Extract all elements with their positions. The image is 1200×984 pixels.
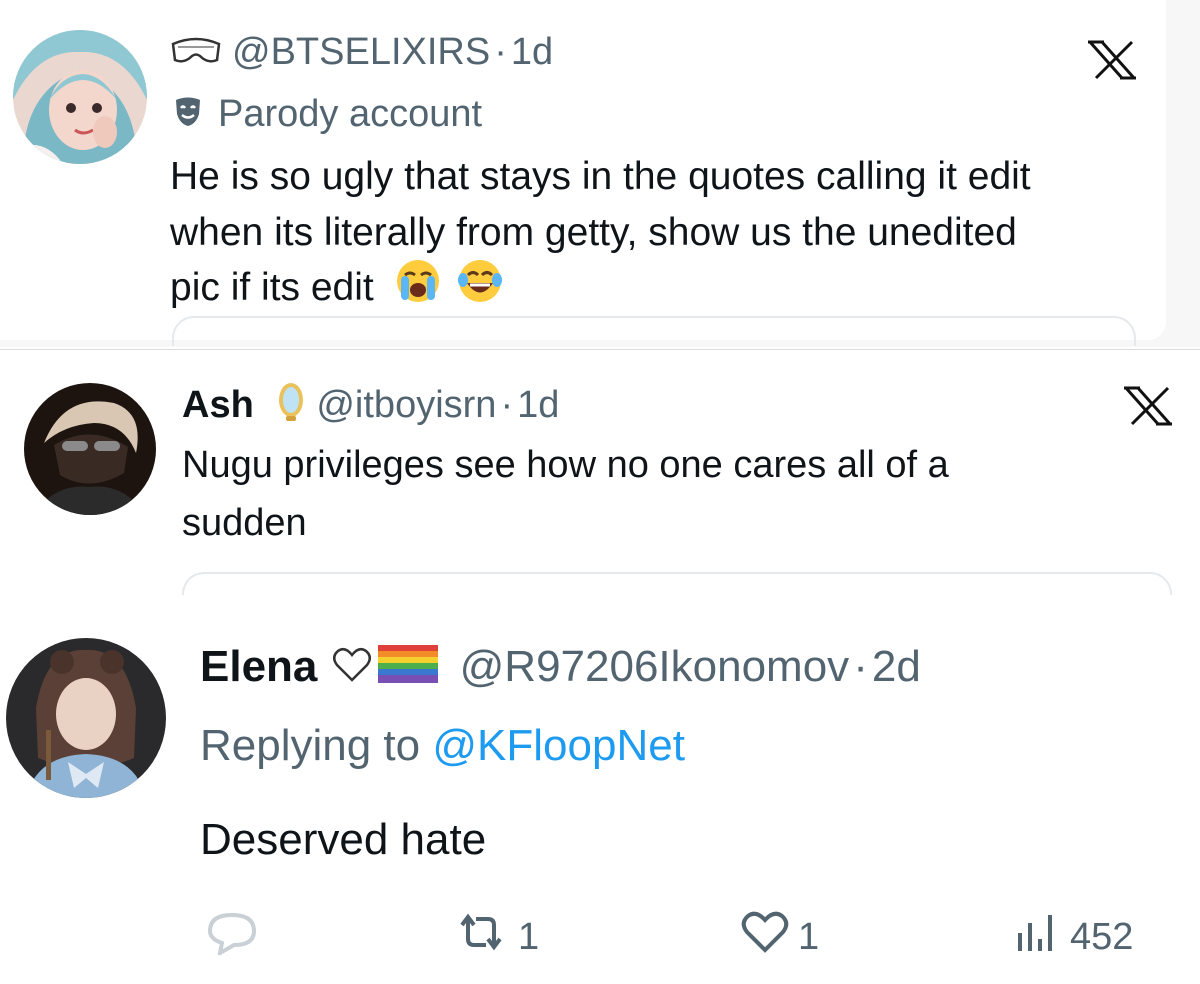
timestamp[interactable]: 2d	[872, 642, 921, 691]
tweet-card[interactable]: @BTSELIXIRS · 1d Parody account He is so u…	[0, 0, 1166, 346]
tweet-text-line: Nugu privileges see how no one cares all…	[182, 444, 949, 486]
views-button[interactable]: 452	[1012, 914, 1133, 960]
timestamp[interactable]: 1d	[511, 31, 553, 73]
user-handle[interactable]: @R97206Ikonomov	[460, 642, 850, 691]
separator: ·	[853, 642, 868, 691]
face-with-tears-of-joy-emoji	[457, 258, 503, 321]
avatar[interactable]	[13, 30, 147, 164]
tweet-panel-2: Ash @itboyisrn · 1d Nugu privileges see ho…	[0, 349, 1200, 595]
timestamp[interactable]: 1d	[517, 384, 559, 426]
tweet-text-line: when its literally from getty, show us t…	[170, 211, 1017, 254]
tweet-header: @BTSELIXIRS · 1d	[170, 30, 553, 74]
avatar[interactable]	[6, 638, 166, 798]
display-name[interactable]: Ash	[182, 384, 254, 426]
x-logo-icon	[1086, 40, 1138, 80]
quoted-tweet-stub[interactable]	[172, 316, 1136, 346]
mirror-icon	[276, 380, 306, 434]
analytics-icon	[1012, 909, 1062, 965]
reply-button[interactable]	[204, 912, 260, 960]
user-handle[interactable]: @itboyisrn	[316, 384, 496, 426]
separator: ·	[494, 31, 507, 73]
retweet-button[interactable]: 1	[452, 913, 540, 960]
tweet-text: Deserved hate	[200, 815, 487, 864]
like-button[interactable]: 1	[740, 911, 820, 960]
sleep-mask-icon	[170, 32, 222, 76]
tweet-text: pic if its edit	[170, 265, 374, 309]
x-logo-icon	[1122, 386, 1174, 426]
avatar[interactable]	[24, 383, 156, 515]
user-handle[interactable]: @BTSELIXIRS	[232, 31, 490, 73]
tweet-text-line-last: pic if its edit	[170, 258, 503, 321]
tweet-panel-1: @BTSELIXIRS · 1d Parody account He is so u…	[0, 0, 1200, 347]
white-heart-icon	[332, 642, 372, 696]
replying-to-label: Replying to	[200, 721, 421, 770]
display-name[interactable]: Elena	[200, 642, 317, 691]
parody-label-text: Parody account	[218, 93, 483, 135]
retweet-icon	[452, 909, 510, 965]
reply-icon	[204, 909, 260, 965]
parody-label[interactable]: Parody account	[172, 92, 482, 136]
tweet-header: Elena @R97206Ikonomov·2d	[200, 640, 921, 694]
tweet-panel-3: Elena @R97206Ikonomov·2d Replying to @KF…	[0, 596, 1200, 984]
mask-icon	[172, 94, 204, 138]
rainbow-flag-icon	[377, 642, 438, 696]
tweet-text-line: sudden	[182, 502, 307, 544]
replying-to: Replying to @KFloopNet	[200, 718, 685, 774]
heart-icon	[740, 909, 790, 965]
loudly-crying-face-emoji	[395, 258, 441, 321]
like-count: 1	[798, 915, 820, 958]
retweet-count: 1	[518, 915, 540, 958]
separator: ·	[500, 384, 514, 427]
tweet-header: Ash @itboyisrn · 1d	[182, 380, 559, 428]
quoted-tweet-stub[interactable]	[182, 572, 1172, 595]
tweet-text-line: He is so ugly that stays in the quotes c…	[170, 155, 1031, 198]
view-count: 452	[1070, 915, 1134, 958]
replying-to-handle[interactable]: @KFloopNet	[432, 721, 685, 770]
